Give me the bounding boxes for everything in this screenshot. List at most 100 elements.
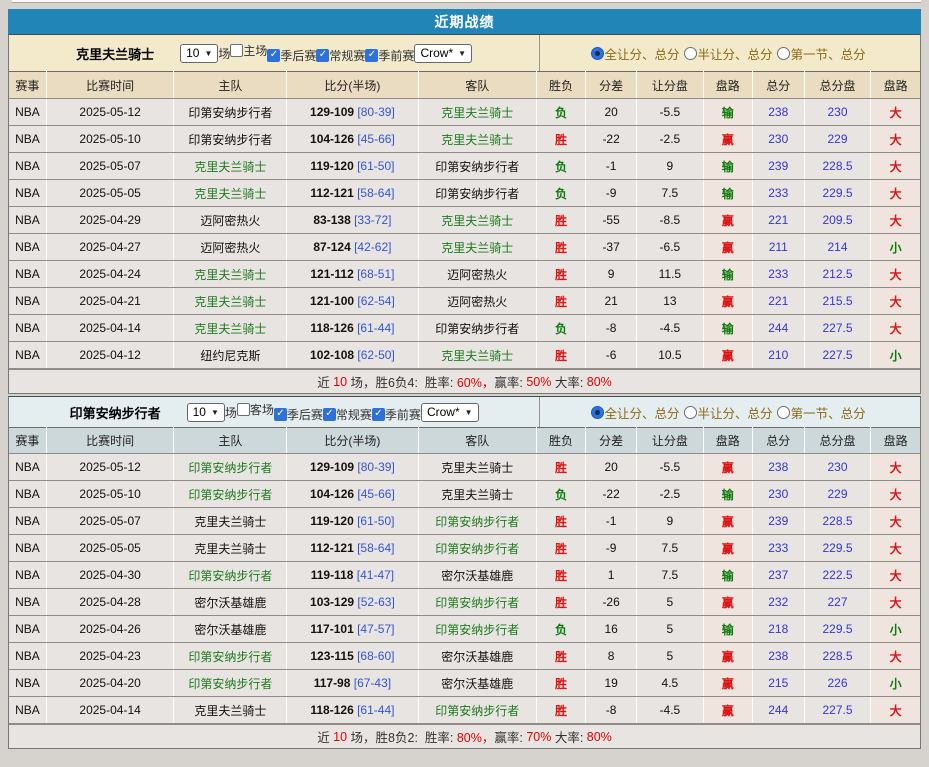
column-header: 主队 bbox=[174, 72, 287, 99]
cell-diff: -1 bbox=[586, 508, 637, 535]
handicap-line: 11.5 bbox=[659, 267, 681, 281]
total-points: 230 bbox=[768, 132, 788, 146]
total-line: 214 bbox=[827, 240, 847, 254]
checkbox-icon[interactable]: ✓ bbox=[274, 408, 287, 421]
filter-checkbox[interactable]: ✓季前赛 bbox=[365, 47, 414, 64]
game-row: NBA2025-04-29迈阿密热火83-138 [33-72]克里夫兰骑士胜-… bbox=[9, 207, 920, 234]
table-body: NBA2025-05-12印第安纳步行者129-109 [80-39]克里夫兰骑… bbox=[9, 99, 920, 369]
home-team-name: 克里夫兰骑士 bbox=[194, 704, 266, 718]
handicap-result-label: 赢 bbox=[722, 542, 734, 556]
cell-total: 238 bbox=[752, 454, 804, 481]
radio-icon[interactable] bbox=[591, 47, 604, 60]
checkbox-icon[interactable] bbox=[237, 403, 250, 416]
over-under-label: 大 bbox=[890, 488, 902, 502]
filter-checkbox[interactable]: ✓季前赛 bbox=[372, 406, 421, 423]
games-count-select[interactable]: 10 ▼ bbox=[187, 403, 225, 422]
checkbox-label: 常规赛 bbox=[329, 47, 365, 64]
total-line: 226 bbox=[827, 676, 847, 690]
source-select[interactable]: Crow* ▼ bbox=[421, 403, 479, 422]
cell-league: NBA bbox=[9, 342, 46, 369]
cell-total: 233 bbox=[752, 261, 804, 288]
game-date: 2025-05-05 bbox=[79, 186, 140, 200]
over-under-label: 大 bbox=[890, 569, 902, 583]
cell-handicap: 5 bbox=[637, 643, 704, 670]
cell-score: 119-118 [41-47] bbox=[287, 562, 418, 589]
score-mode-radio[interactable]: 全让分、总分 bbox=[591, 44, 680, 63]
checkbox-icon[interactable]: ✓ bbox=[267, 49, 280, 62]
cell-over-under: 小 bbox=[871, 616, 920, 643]
cell-over-under: 大 bbox=[871, 454, 920, 481]
cell-league: NBA bbox=[9, 126, 46, 153]
game-row: NBA2025-05-10印第安纳步行者104-126 [45-66]克里夫兰骑… bbox=[9, 481, 920, 508]
handicap-result-label: 赢 bbox=[722, 677, 734, 691]
handicap-result-label: 输 bbox=[722, 488, 734, 502]
total-line: 215.5 bbox=[822, 294, 852, 308]
cell-away-team: 克里夫兰骑士 bbox=[418, 99, 536, 126]
handicap-result-label: 赢 bbox=[722, 515, 734, 529]
handicap-line: 10.5 bbox=[658, 348, 681, 362]
checkbox-icon[interactable]: ✓ bbox=[323, 408, 336, 421]
cell-diff: 16 bbox=[586, 616, 637, 643]
game-row: NBA2025-05-05克里夫兰骑士112-121 [58-64]印第安纳步行… bbox=[9, 535, 920, 562]
cell-home-team: 印第安纳步行者 bbox=[174, 562, 287, 589]
cell-home-team: 印第安纳步行者 bbox=[174, 454, 287, 481]
filter-checkbox[interactable]: ✓季后赛 bbox=[267, 47, 316, 64]
cell-handicap: 7.5 bbox=[637, 562, 704, 589]
cell-result: 胜 bbox=[536, 207, 585, 234]
cell-score: 102-108 [62-50] bbox=[287, 342, 418, 369]
checkbox-icon[interactable]: ✓ bbox=[372, 408, 385, 421]
point-diff: 21 bbox=[604, 294, 617, 308]
final-score: 119-118 bbox=[311, 568, 354, 582]
summary-text: 10 bbox=[333, 730, 347, 744]
half-score: [80-39] bbox=[357, 460, 394, 474]
filter-checkbox[interactable]: 主场 bbox=[230, 42, 267, 59]
score-mode-radio[interactable]: 第一节、总分 bbox=[777, 44, 866, 63]
filter-checkbox[interactable]: ✓常规赛 bbox=[323, 406, 372, 423]
point-diff: 16 bbox=[604, 622, 617, 636]
cell-handicap: 5 bbox=[637, 589, 704, 616]
handicap-line: 9 bbox=[667, 159, 674, 173]
games-count-select[interactable]: 10 ▼ bbox=[180, 44, 218, 63]
cell-total-line: 227 bbox=[804, 589, 871, 616]
cell-score: 104-126 [45-66] bbox=[287, 126, 418, 153]
home-team-name: 克里夫兰骑士 bbox=[194, 160, 266, 174]
checkbox-icon[interactable]: ✓ bbox=[365, 49, 378, 62]
home-team-name: 密尔沃基雄鹿 bbox=[194, 596, 266, 610]
cell-home-team: 克里夫兰骑士 bbox=[174, 153, 287, 180]
radio-icon[interactable] bbox=[777, 47, 790, 60]
radio-icon[interactable] bbox=[777, 406, 790, 419]
radio-icon[interactable] bbox=[684, 406, 697, 419]
radio-icon[interactable] bbox=[684, 47, 697, 60]
final-score: 117-98 bbox=[314, 676, 351, 690]
cell-total-line: 227.5 bbox=[804, 342, 871, 369]
filter-checkbox[interactable]: ✓常规赛 bbox=[316, 47, 365, 64]
cell-score: 103-129 [52-63] bbox=[287, 589, 418, 616]
score-mode-radio[interactable]: 全让分、总分 bbox=[591, 403, 680, 422]
score-mode-radio[interactable]: 第一节、总分 bbox=[777, 403, 866, 422]
source-select[interactable]: Crow* ▼ bbox=[414, 44, 472, 63]
cell-home-team: 密尔沃基雄鹿 bbox=[174, 589, 287, 616]
final-score: 112-121 bbox=[310, 541, 353, 555]
total-line: 229.5 bbox=[822, 622, 852, 636]
score-mode-radio[interactable]: 半让分、总分 bbox=[684, 403, 773, 422]
radio-icon[interactable] bbox=[591, 406, 604, 419]
cell-total-line: 229.5 bbox=[804, 616, 871, 643]
cell-result: 负 bbox=[536, 99, 585, 126]
title-bar: 近期战绩 bbox=[8, 9, 921, 34]
game-row: NBA2025-04-30印第安纳步行者119-118 [41-47]密尔沃基雄… bbox=[9, 562, 920, 589]
checkbox-icon[interactable]: ✓ bbox=[316, 49, 329, 62]
total-line: 228.5 bbox=[822, 514, 852, 528]
cell-home-team: 印第安纳步行者 bbox=[174, 99, 287, 126]
cell-total-line: 229.5 bbox=[804, 535, 871, 562]
cell-handicap: -8.5 bbox=[637, 207, 704, 234]
filter-checkbox[interactable]: 客场 bbox=[237, 401, 274, 418]
total-points: 244 bbox=[768, 321, 788, 335]
win-loss-label: 胜 bbox=[555, 677, 567, 691]
cell-total: 244 bbox=[752, 315, 804, 342]
cell-diff: -8 bbox=[586, 315, 637, 342]
checkbox-icon[interactable] bbox=[230, 44, 243, 57]
over-under-label: 大 bbox=[890, 133, 902, 147]
filter-checkbox[interactable]: ✓季后赛 bbox=[274, 406, 323, 423]
score-mode-radio[interactable]: 半让分、总分 bbox=[684, 44, 773, 63]
cell-total: 232 bbox=[752, 589, 804, 616]
